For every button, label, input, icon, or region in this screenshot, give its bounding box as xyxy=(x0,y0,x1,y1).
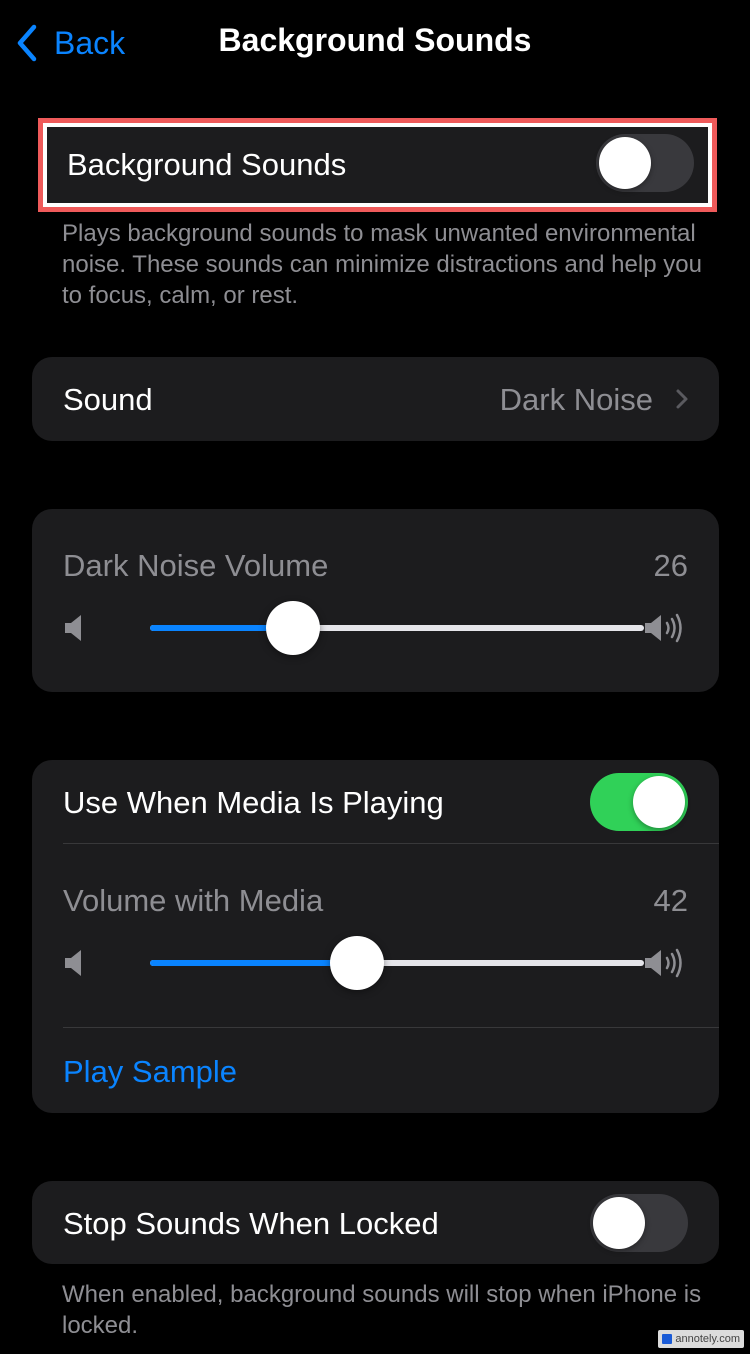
stop-when-locked-toggle[interactable] xyxy=(590,1194,688,1252)
page-title: Background Sounds xyxy=(218,22,532,58)
background-sounds-description: Plays background sounds to mask unwanted… xyxy=(62,220,702,309)
navigation-bar: Back Background Sounds xyxy=(0,0,750,88)
toggle-knob xyxy=(599,137,651,189)
stop-when-locked-row: Stop Sounds When Locked xyxy=(32,1181,719,1264)
volume-group: Dark Noise Volume 26 xyxy=(32,509,719,692)
volume-track xyxy=(150,601,644,655)
speaker-high-icon xyxy=(645,948,682,978)
stop-when-locked-description: When enabled, background sounds will sto… xyxy=(62,1281,702,1339)
volume-value: 26 xyxy=(653,548,688,583)
chevron-right-icon xyxy=(676,389,688,409)
speaker-low-icon xyxy=(65,950,81,976)
background-sounds-label: Background Sounds xyxy=(67,147,347,182)
volume-slider[interactable] xyxy=(64,600,688,656)
speaker-low-icon xyxy=(65,615,81,641)
media-volume-label: Volume with Media xyxy=(63,883,324,918)
volume-thumb[interactable] xyxy=(266,601,321,655)
speaker-high-icon xyxy=(645,613,682,643)
toggle-knob xyxy=(633,776,685,828)
divider xyxy=(63,1027,719,1028)
sound-row[interactable]: Sound Dark Noise xyxy=(32,357,719,441)
background-sounds-toggle[interactable] xyxy=(596,134,694,192)
media-volume-slider[interactable] xyxy=(64,935,688,991)
highlight-frame: Background Sounds xyxy=(38,118,717,212)
use-when-media-label: Use When Media Is Playing xyxy=(63,785,444,820)
annotely-logo-icon xyxy=(662,1334,673,1344)
volume-label: Dark Noise Volume xyxy=(63,548,329,583)
background-sounds-row[interactable]: Background Sounds xyxy=(47,127,708,203)
use-when-media-toggle[interactable] xyxy=(590,773,688,831)
media-volume-thumb[interactable] xyxy=(330,936,385,990)
toggle-knob xyxy=(593,1197,645,1249)
divider xyxy=(63,843,719,844)
media-group: Use When Media Is Playing Volume with Me… xyxy=(32,760,719,1113)
watermark-badge: annotely.com xyxy=(658,1330,744,1348)
sound-label: Sound xyxy=(63,382,153,417)
stop-when-locked-label: Stop Sounds When Locked xyxy=(63,1206,439,1241)
media-volume-fill xyxy=(150,960,358,966)
media-volume-value: 42 xyxy=(653,883,688,918)
sound-value: Dark Noise xyxy=(499,382,653,417)
media-volume-track xyxy=(150,936,644,990)
play-sample-button[interactable]: Play Sample xyxy=(63,1054,237,1090)
watermark-text: annotely.com xyxy=(675,1333,740,1345)
